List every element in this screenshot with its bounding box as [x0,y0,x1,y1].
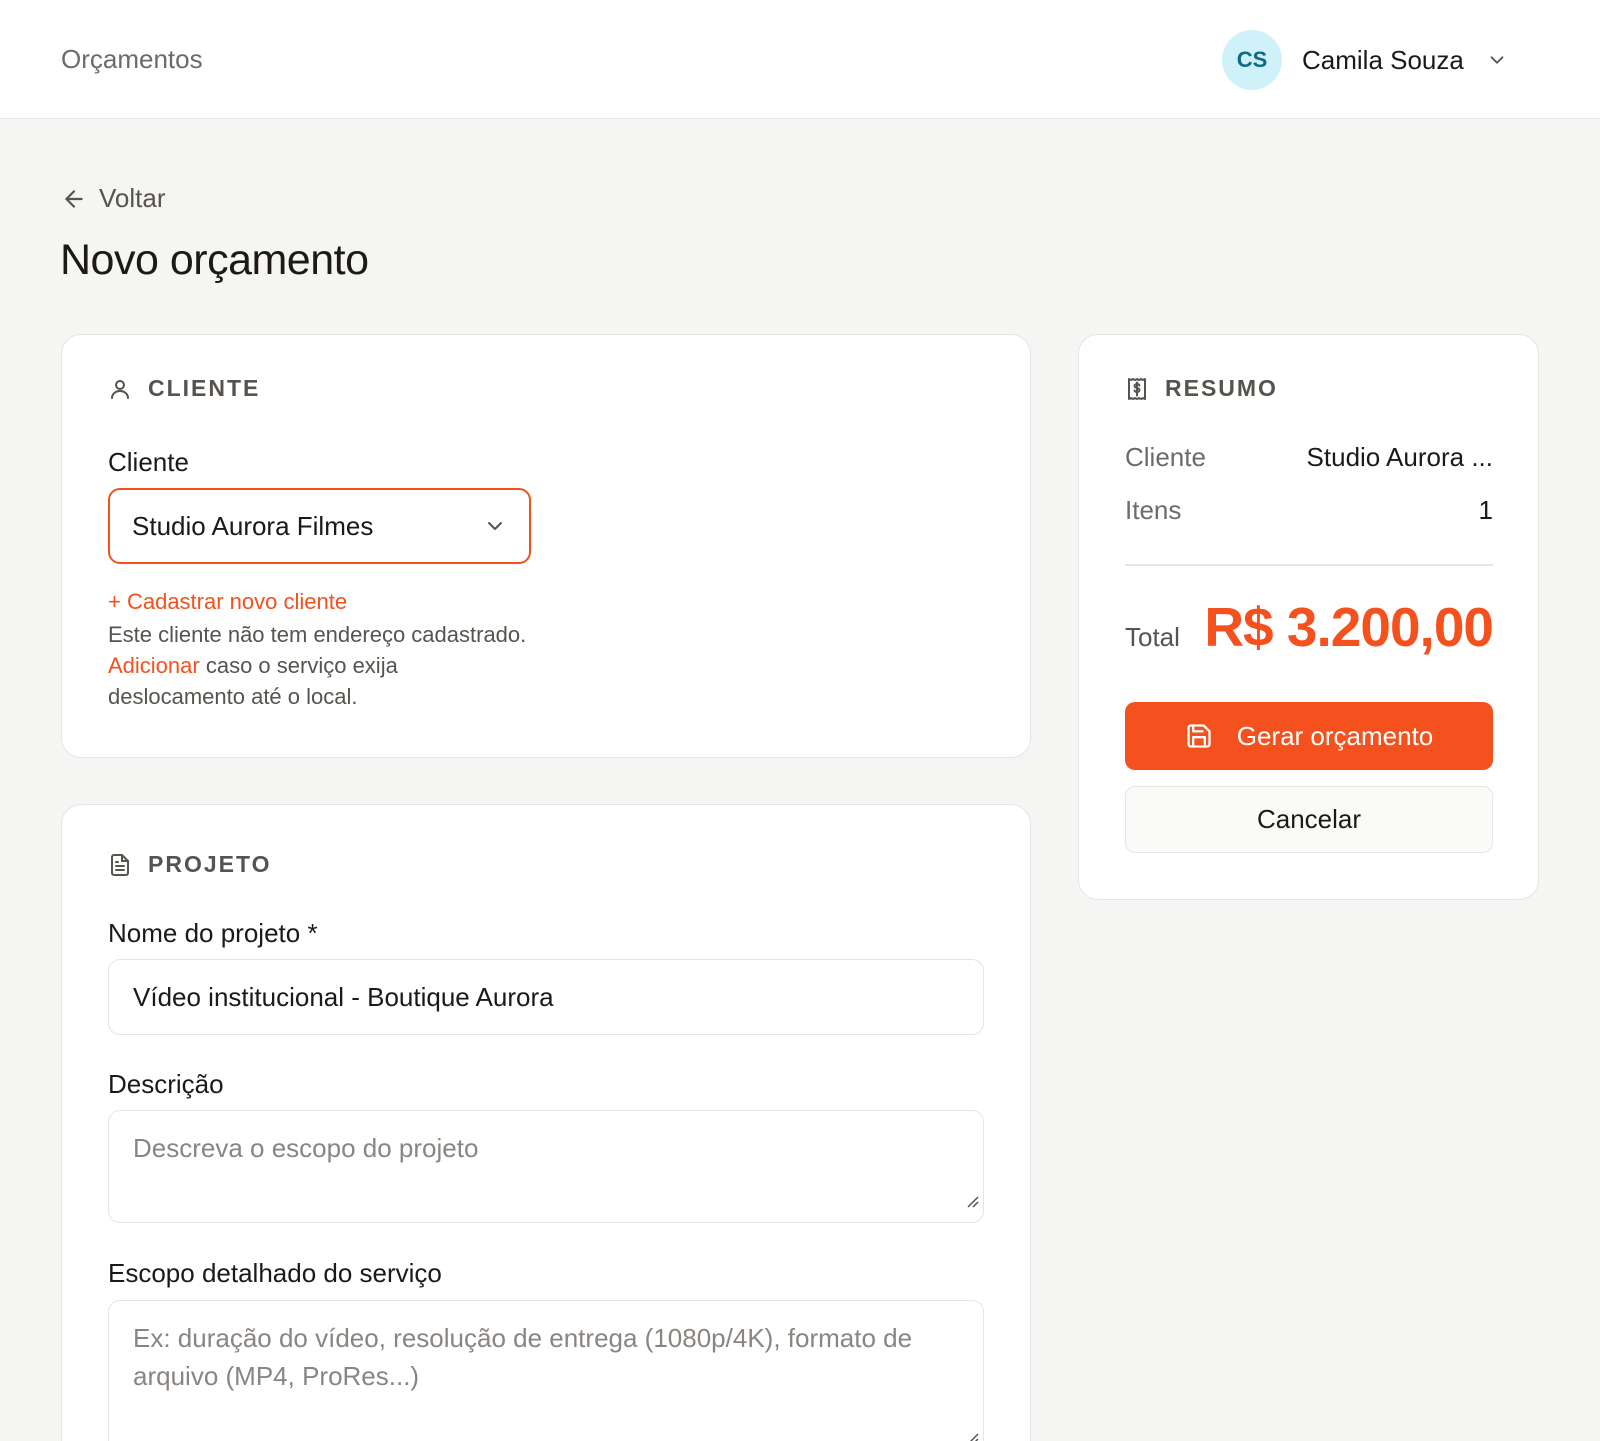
total-value: R$ 3.200,00 [1204,596,1494,658]
client-section-header: CLIENTE [108,375,260,402]
description-textarea[interactable]: Descreva o escopo do projeto [108,1110,984,1223]
project-name-input[interactable]: Vídeo institucional - Boutique Aurora [108,959,984,1035]
project-section-header: PROJETO [108,851,272,878]
generate-quote-button[interactable]: Gerar orçamento [1125,702,1493,770]
summary-section-header: RESUMO [1125,375,1278,402]
back-label: Voltar [99,183,166,213]
divider [1125,564,1493,566]
description-placeholder: Descreva o escopo do projeto [133,1133,479,1163]
back-link[interactable]: Voltar [61,183,166,214]
user-menu[interactable]: CS Camila Souza [1222,30,1508,90]
resize-grip-icon[interactable] [965,1417,979,1441]
client-card: CLIENTE Cliente Studio Aurora Filmes + C… [61,334,1031,758]
total-label: Total [1125,622,1180,652]
chevron-down-icon [483,514,507,538]
user-icon [108,376,132,402]
cancel-label: Cancelar [1256,804,1362,834]
receipt-icon [1125,376,1149,402]
document-icon [108,852,132,878]
client-section-title: CLIENTE [148,375,261,401]
save-icon [1185,722,1213,750]
user-name: Camila Souza [1302,44,1464,75]
resize-grip-icon[interactable] [965,1180,979,1218]
page-title: Novo orçamento [60,236,369,284]
project-section-title: PROJETO [148,851,272,877]
address-help-text: Este cliente não tem endereço cadastrado… [108,619,538,712]
client-select[interactable]: Studio Aurora Filmes [108,488,531,564]
summary-client-row: Cliente Studio Aurora ... [1125,442,1493,476]
project-name-value: Vídeo institucional - Boutique Aurora [133,981,554,1012]
summary-section-title: RESUMO [1165,375,1278,401]
scope-label: Escopo detalhado do serviço [108,1258,442,1288]
app-title[interactable]: Orçamentos [61,44,203,75]
summary-card: RESUMO Cliente Studio Aurora ... Itens 1… [1078,334,1539,900]
top-bar: Orçamentos CS Camila Souza [0,0,1600,119]
generate-quote-label: Gerar orçamento [1236,720,1434,751]
description-label: Descrição [108,1069,224,1099]
scope-placeholder: Ex: duração do vídeo, resolução de entre… [133,1323,913,1391]
scope-textarea[interactable]: Ex: duração do vídeo, resolução de entre… [108,1300,984,1441]
client-label: Cliente [108,447,189,477]
summary-items-value: 1 [1478,495,1493,525]
avatar: CS [1222,30,1282,90]
project-name-label: Nome do projeto * [108,918,318,948]
chevron-down-icon [1486,49,1508,71]
summary-items-key: Itens [1125,495,1182,525]
arrow-left-icon [61,186,87,212]
summary-client-value: Studio Aurora ... [1306,442,1493,472]
summary-items-row: Itens 1 [1125,495,1493,529]
cancel-button[interactable]: Cancelar [1125,786,1493,853]
add-address-link[interactable]: Adicionar [108,653,200,678]
summary-client-key: Cliente [1125,442,1206,472]
help-text-part-1: Este cliente não tem endereço cadastrado… [108,622,527,647]
new-client-link[interactable]: + Cadastrar novo cliente [108,589,347,615]
client-select-value: Studio Aurora Filmes [132,510,374,541]
project-card: PROJETO Nome do projeto * Vídeo instituc… [61,804,1031,1441]
